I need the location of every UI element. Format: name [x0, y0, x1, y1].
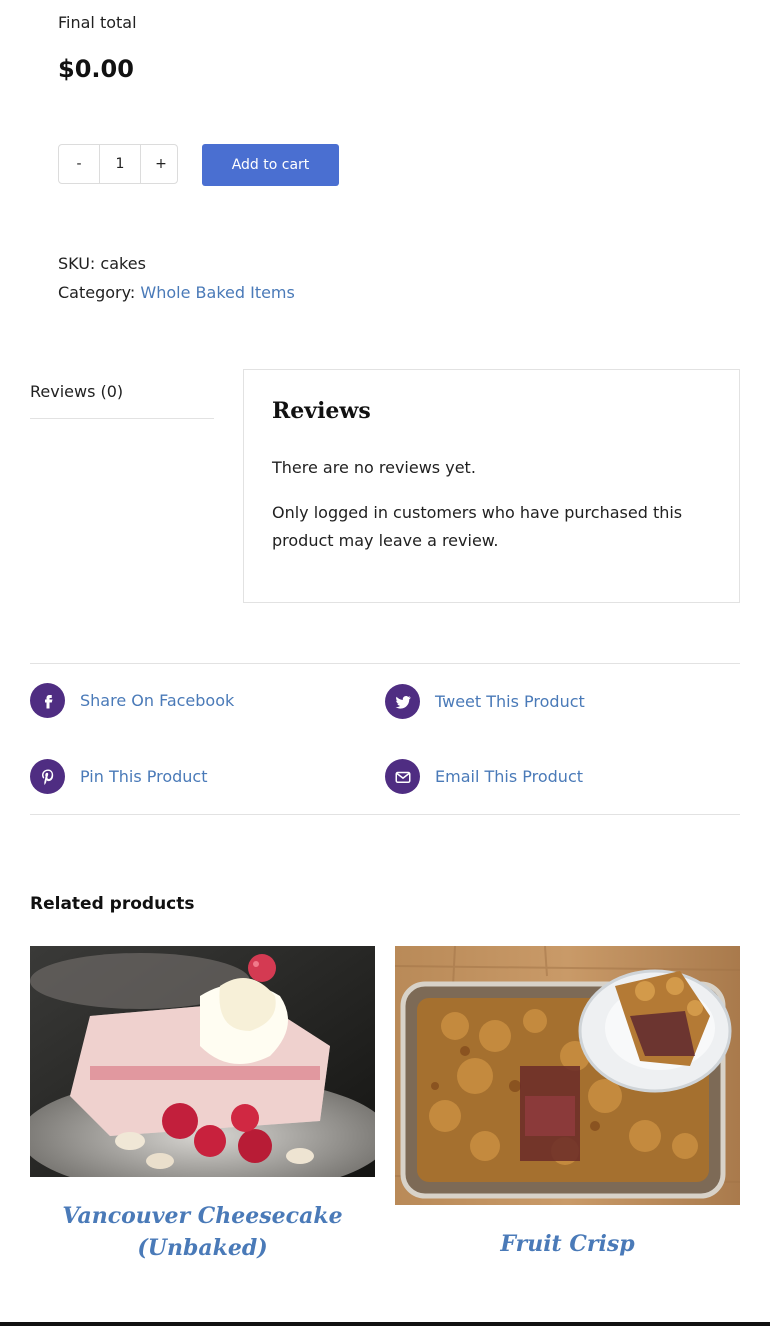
share-email-label: Email This Product — [435, 767, 584, 786]
share-divider-bottom — [30, 814, 740, 815]
quantity-minus-button[interactable]: - — [59, 145, 99, 183]
share-pinterest-label: Pin This Product — [80, 767, 208, 786]
envelope-icon — [385, 759, 420, 794]
quantity-input[interactable]: 1 — [99, 145, 141, 183]
tab-divider — [30, 418, 214, 419]
share-facebook-label: Share On Facebook — [80, 691, 235, 710]
product-image-cheesecake[interactable] — [30, 946, 375, 1177]
category-link[interactable]: Whole Baked Items — [140, 283, 294, 302]
no-reviews-text: There are no reviews yet. — [272, 458, 476, 477]
cheesecake-photo-icon — [30, 946, 375, 1177]
sku-value: cakes — [100, 254, 146, 273]
final-total-label: Final total — [58, 13, 137, 32]
review-notice-text: Only logged in customers who have purcha… — [272, 503, 683, 550]
product-title-fruit-crisp[interactable]: Fruit Crisp — [395, 1228, 740, 1260]
twitter-icon — [385, 684, 420, 719]
share-pinterest-link[interactable]: Pin This Product — [30, 759, 208, 794]
facebook-icon — [30, 683, 65, 718]
related-products-heading: Related products — [30, 894, 195, 914]
final-total-value: $0.00 — [58, 55, 134, 83]
reviews-heading: Reviews — [272, 398, 371, 424]
share-email-link[interactable]: Email This Product — [385, 759, 583, 794]
share-twitter-label: Tweet This Product — [435, 692, 585, 711]
quantity-plus-button[interactable]: + — [141, 145, 181, 183]
tab-reviews[interactable]: Reviews (0) — [30, 382, 123, 401]
quantity-stepper: - 1 + — [58, 144, 178, 184]
category-label: Category: — [58, 283, 136, 302]
footer-edge — [0, 1322, 770, 1326]
sku-line: SKU: cakes — [58, 254, 146, 273]
sku-label: SKU: — [58, 254, 96, 273]
pinterest-icon — [30, 759, 65, 794]
share-divider-top — [30, 663, 740, 664]
category-line: Category: Whole Baked Items — [58, 283, 295, 302]
product-title-cheesecake[interactable]: Vancouver Cheesecake (Unbaked) — [30, 1200, 375, 1264]
share-facebook-link[interactable]: Share On Facebook — [30, 683, 234, 718]
share-twitter-link[interactable]: Tweet This Product — [385, 684, 585, 719]
fruit-crisp-photo-icon — [395, 946, 740, 1205]
product-image-fruit-crisp[interactable] — [395, 946, 740, 1205]
add-to-cart-button[interactable]: Add to cart — [202, 144, 339, 186]
